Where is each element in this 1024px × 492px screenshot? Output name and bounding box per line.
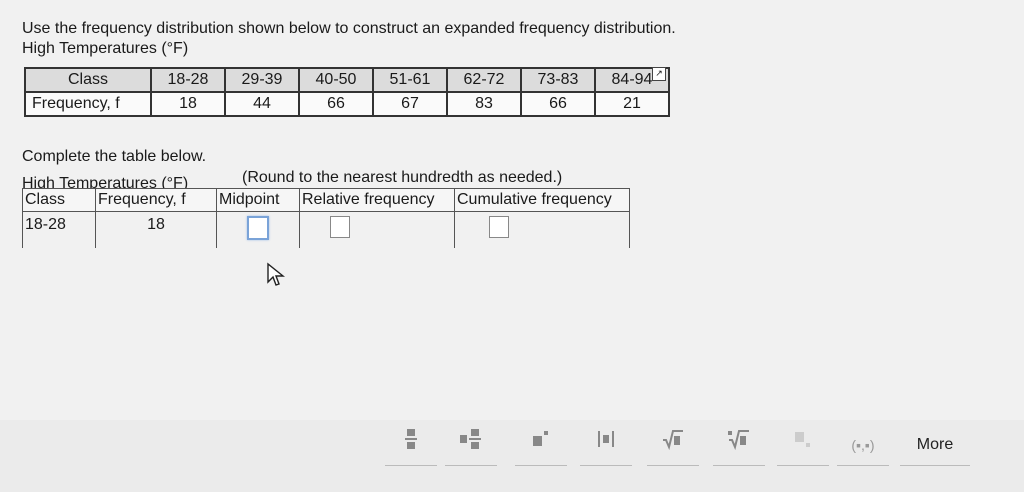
frequency-cell: 44 bbox=[224, 91, 300, 117]
frequency-cell: 66 bbox=[520, 91, 596, 117]
popout-icon[interactable]: ↗ bbox=[652, 67, 666, 81]
frequency-header: Frequency, f bbox=[24, 91, 152, 117]
rounding-hint: (Round to the nearest hundredth as neede… bbox=[242, 169, 563, 186]
midpoint-input[interactable] bbox=[247, 216, 269, 240]
class-cell: 62-72 bbox=[446, 67, 522, 93]
question-panel: Use the frequency distribution shown bel… bbox=[0, 0, 1024, 420]
class-header: Class bbox=[24, 67, 152, 93]
absolute-value-icon[interactable] bbox=[580, 425, 632, 466]
row-frequency: 18 bbox=[95, 211, 217, 248]
mixed-number-icon[interactable] bbox=[445, 425, 497, 466]
frequency-cell: 67 bbox=[372, 91, 448, 117]
class-cell: 18-28 bbox=[150, 67, 226, 93]
exponent-icon[interactable] bbox=[515, 425, 567, 466]
frequency-cell: 21 bbox=[594, 91, 670, 117]
row-class: 18-28 bbox=[22, 211, 96, 248]
ordered-pair-icon[interactable]: (▪,▪) bbox=[837, 425, 889, 466]
frequency-row: Frequency, f 18 44 66 67 83 66 21 bbox=[24, 91, 670, 117]
frequency-cell: 18 bbox=[150, 91, 226, 117]
frequency-cell: 66 bbox=[298, 91, 374, 117]
class-cell: 29-39 bbox=[224, 67, 300, 93]
nth-root-icon[interactable] bbox=[713, 425, 765, 466]
class-cell: 51-61 bbox=[372, 67, 448, 93]
more-button[interactable]: More bbox=[900, 425, 970, 466]
table-row: 18-28 18 bbox=[22, 211, 630, 248]
class-row: Class 18-28 29-39 40-50 51-61 62-72 73-8… bbox=[24, 67, 670, 93]
header-frequency: Frequency, f bbox=[95, 188, 217, 212]
complete-prompt: Complete the table below. bbox=[22, 148, 207, 165]
given-table-title: High Temperatures (°F) bbox=[22, 40, 189, 57]
answer-header-row: Class Frequency, f Midpoint Relative fre… bbox=[22, 188, 630, 212]
mouse-cursor-icon bbox=[267, 262, 285, 286]
cumulative-frequency-input[interactable] bbox=[489, 216, 509, 238]
relative-frequency-input[interactable] bbox=[330, 216, 350, 238]
frequency-cell: 83 bbox=[446, 91, 522, 117]
class-cell: 40-50 bbox=[298, 67, 374, 93]
header-midpoint: Midpoint bbox=[216, 188, 300, 212]
sqrt-icon[interactable] bbox=[647, 425, 699, 466]
header-class: Class bbox=[22, 188, 96, 212]
instruction-text: Use the frequency distribution shown bel… bbox=[22, 20, 676, 37]
class-cell: 73-83 bbox=[520, 67, 596, 93]
header-relative-frequency: Relative frequency bbox=[299, 188, 455, 212]
given-frequency-table: Class 18-28 29-39 40-50 51-61 62-72 73-8… bbox=[24, 67, 670, 117]
fraction-icon[interactable] bbox=[385, 425, 437, 466]
header-cumulative-frequency: Cumulative frequency bbox=[454, 188, 630, 212]
subscript-icon[interactable] bbox=[777, 425, 829, 466]
math-input-toolbar: (▪,▪) More bbox=[385, 425, 975, 475]
expanded-frequency-table: Class Frequency, f Midpoint Relative fre… bbox=[22, 188, 630, 248]
